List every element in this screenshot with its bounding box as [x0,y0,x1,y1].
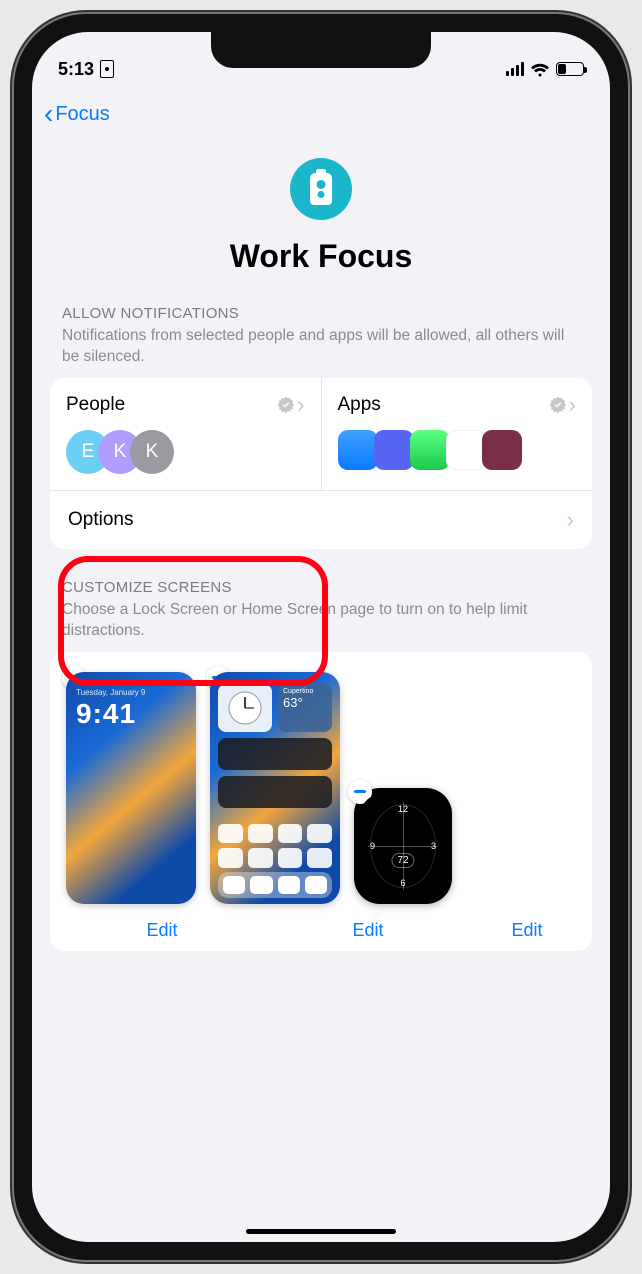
apps-pane[interactable]: Apps › [321,378,593,490]
people-label: People [66,394,125,416]
status-indicators [506,62,584,77]
edit-watch-button[interactable]: Edit [478,914,576,947]
chevron-right-icon: › [569,392,576,418]
page-header: Work Focus [32,134,610,305]
back-button[interactable]: ‹ Focus [44,100,110,128]
notifications-section-subtitle: Notifications from selected people and a… [32,322,610,378]
chevron-left-icon: ‹ [44,100,53,128]
nav-bar: ‹ Focus [32,88,610,134]
homescreen-thumb[interactable]: Cupertino63° [210,672,340,904]
app-icons [338,430,577,470]
people-pane[interactable]: People › E K K [50,378,321,490]
back-label: Focus [55,103,109,126]
chevron-right-icon: › [297,392,304,418]
avatar: K [130,430,174,474]
wifi-icon [530,62,550,77]
customize-card: Tuesday, January 9 9:41 Cupertino63° [50,652,592,951]
app-icon-authenticator [338,430,378,470]
checkmark-seal-icon [549,396,567,414]
checkmark-seal-icon [277,396,295,414]
people-avatars: E K K [66,430,305,474]
apps-label: Apps [338,394,381,416]
chevron-right-icon: › [567,507,574,533]
customize-section-subtitle: Choose a Lock Screen or Home Screen page… [32,596,610,652]
phone-frame: 5:13 ‹ Focus Work Focus Allow Notificati… [14,14,628,1260]
watch-face-icon: 12 3 6 9 72 [360,794,446,898]
status-time: 5:13 [58,59,94,80]
options-row[interactable]: Options › [50,490,592,549]
edit-homescreen-button[interactable]: Edit [272,914,464,947]
options-label: Options [68,509,133,531]
battery-icon [556,62,584,76]
lockscreen-thumb[interactable]: Tuesday, January 9 9:41 [66,672,196,904]
screen: 5:13 ‹ Focus Work Focus Allow Notificati… [32,32,610,1242]
notch [211,32,431,68]
badge-id-icon [310,173,332,205]
lockscreen-date: Tuesday, January 9 [76,688,145,697]
customize-section-title: Customize Screens [32,579,610,596]
notifications-card: People › E K K Apps [50,378,592,549]
watchface-thumb[interactable]: 12 3 6 9 72 [354,788,452,904]
sim-icon [100,60,114,78]
app-icon-discord [374,430,414,470]
home-indicator[interactable] [246,1229,396,1234]
lockscreen-time: 9:41 [76,698,136,730]
app-icon-books [482,430,522,470]
page-title: Work Focus [32,238,610,275]
app-icon-gmail [446,430,486,470]
focus-mode-icon [290,158,352,220]
weather-widget-icon: Cupertino63° [278,684,332,732]
status-time-area: 5:13 [58,59,114,80]
notifications-section-title: Allow Notifications [32,305,610,322]
app-icon-facetime [410,430,450,470]
signal-icon [506,62,524,76]
clock-widget-icon [218,684,272,732]
edit-lockscreen-button[interactable]: Edit [66,914,258,947]
